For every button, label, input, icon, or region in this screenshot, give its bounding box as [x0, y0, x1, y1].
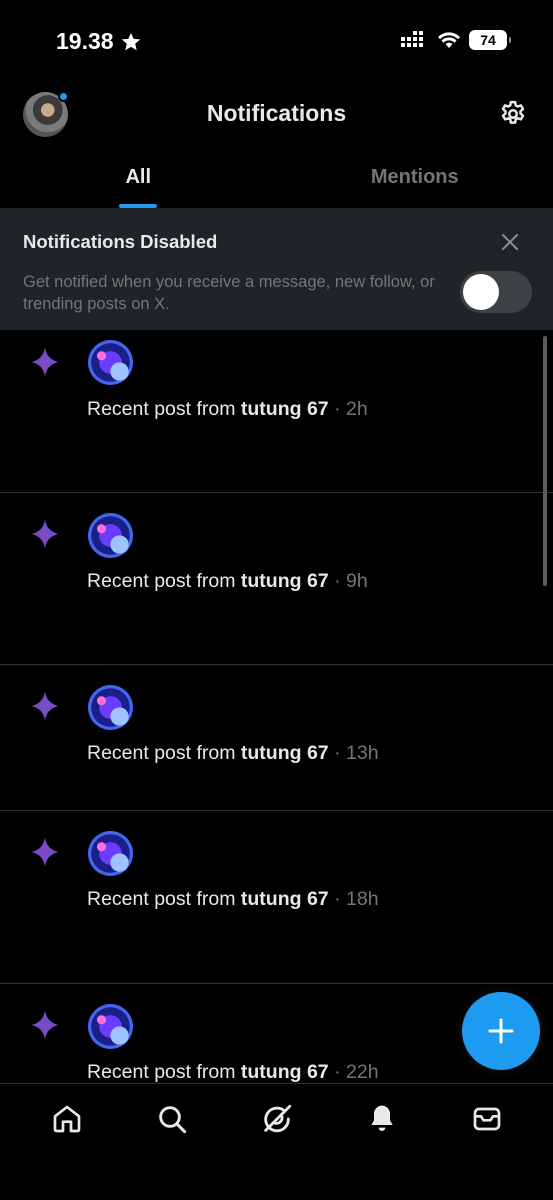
toggle-knob [463, 274, 499, 310]
author-avatar[interactable] [88, 831, 133, 876]
plus-icon [488, 1018, 514, 1044]
notification-text: Recent post from tutung 67 · 9h [87, 570, 368, 593]
page-title: Notifications [206, 100, 347, 126]
notification-text: Recent post from tutung 67 · 13h [87, 742, 379, 765]
author-avatar[interactable] [88, 513, 133, 558]
notifications-disabled-banner: Notifications Disabled Get notified when… [0, 208, 553, 330]
separator: · [328, 570, 346, 592]
sparkle-icon [31, 837, 59, 867]
battery-level: 74 [480, 32, 496, 48]
author-avatar[interactable] [88, 340, 133, 385]
notifications-toggle[interactable] [460, 271, 532, 313]
notification-item[interactable]: Recent post from tutung 67 · 9h [0, 493, 553, 665]
gear-icon [501, 100, 525, 124]
nav-messages[interactable] [457, 1084, 517, 1154]
sparkle-icon [31, 691, 59, 721]
status-bar: 19.38 74 [0, 0, 553, 80]
tab-mentions[interactable]: Mentions [277, 150, 553, 208]
status-time: 19.38 [56, 28, 142, 55]
sparkle-icon [31, 519, 59, 549]
scrollbar[interactable] [543, 336, 547, 586]
notification-item[interactable]: Recent post from tutung 67 · 18h [0, 811, 553, 984]
bottom-navigation [0, 1083, 553, 1200]
sparkle-icon [31, 347, 59, 377]
notification-time: 22h [346, 1061, 379, 1083]
wifi-icon [438, 32, 460, 48]
author-avatar[interactable] [88, 685, 133, 730]
author-name[interactable]: tutung 67 [241, 1061, 329, 1083]
mail-icon [473, 1107, 500, 1131]
star-icon [121, 32, 140, 50]
sparkle-icon [31, 1010, 59, 1040]
signal-icon [401, 31, 423, 47]
notification-prefix: Recent post from [87, 570, 241, 592]
notification-text: Recent post from tutung 67 · 22h [87, 1061, 379, 1083]
home-icon [53, 1105, 80, 1133]
nav-notifications[interactable] [352, 1084, 412, 1154]
separator: · [328, 888, 346, 910]
notification-time: 9h [346, 570, 368, 592]
author-name[interactable]: tutung 67 [241, 398, 329, 420]
author-name[interactable]: tutung 67 [241, 888, 329, 910]
notification-time: 2h [346, 398, 368, 420]
banner-close-button[interactable] [500, 232, 520, 252]
compose-button[interactable] [462, 992, 540, 1070]
banner-description: Get notified when you receive a message,… [23, 273, 435, 313]
nav-home[interactable] [37, 1084, 97, 1154]
battery-indicator: 74 [469, 30, 511, 50]
nav-grok[interactable] [247, 1084, 307, 1154]
banner-title: Notifications Disabled [23, 231, 218, 252]
separator: · [328, 742, 346, 764]
notification-time: 18h [346, 888, 379, 910]
nav-search[interactable] [142, 1084, 202, 1154]
notification-item[interactable]: Recent post from tutung 67 · 13h [0, 665, 553, 811]
status-indicators: 74 [401, 30, 511, 50]
author-avatar[interactable] [88, 1004, 133, 1049]
grok-icon [263, 1104, 291, 1133]
search-icon [158, 1106, 186, 1134]
notification-item[interactable]: Recent post from tutung 67 · 2h [0, 330, 553, 493]
notification-prefix: Recent post from [87, 742, 241, 764]
bell-icon [370, 1105, 393, 1131]
notification-text: Recent post from tutung 67 · 2h [87, 398, 368, 421]
notification-prefix: Recent post from [87, 888, 241, 910]
author-name[interactable]: tutung 67 [241, 742, 329, 764]
clock: 19.38 [56, 28, 114, 54]
tab-mentions-label: Mentions [370, 166, 459, 188]
notification-prefix: Recent post from [87, 398, 241, 420]
tab-all-label: All [125, 166, 152, 188]
header: Notifications [0, 80, 553, 150]
close-icon [502, 234, 518, 250]
tab-all[interactable]: All [0, 150, 277, 208]
notification-time: 13h [346, 742, 379, 764]
notification-text: Recent post from tutung 67 · 18h [87, 888, 379, 911]
separator: · [328, 398, 346, 420]
notification-list: Recent post from tutung 67 · 2h Recent p… [0, 330, 553, 1083]
settings-button[interactable] [497, 98, 529, 130]
author-name[interactable]: tutung 67 [241, 570, 329, 592]
tab-bar: All Mentions [0, 150, 553, 208]
separator: · [328, 1061, 346, 1083]
notification-prefix: Recent post from [87, 1061, 241, 1083]
